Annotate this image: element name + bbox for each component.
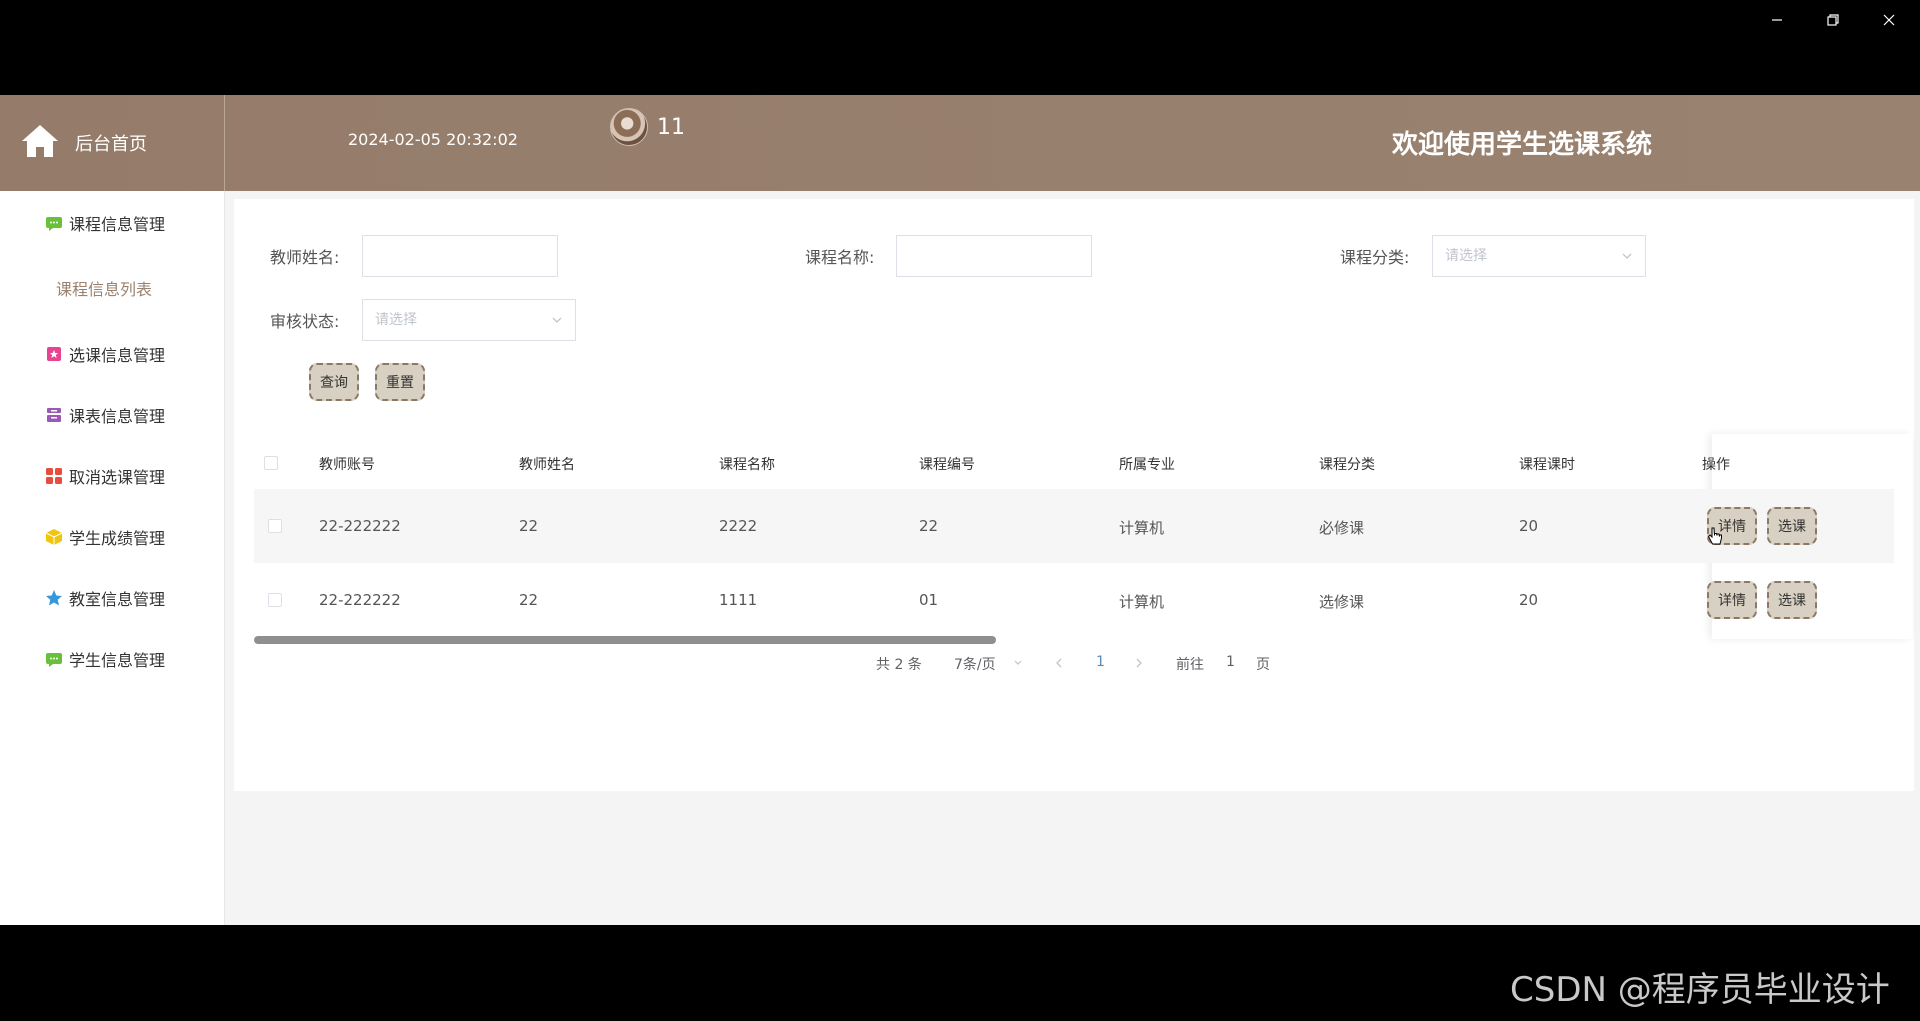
table-cell: 20 [1519,517,1539,535]
sidebar-item-label: 课程信息管理 [69,215,166,234]
scrollbar-thumb[interactable] [254,636,996,644]
column-header[interactable]: 课程编号 [919,454,975,474]
chat-icon [46,217,62,231]
goto-page-input[interactable]: 1 [1226,654,1235,670]
header-datetime: 2024-02-05 20:32:02 [348,130,518,149]
select-course-button[interactable]: 选课 [1767,581,1817,619]
cube-icon [45,529,63,545]
welcome-title: 欢迎使用学生选课系统 [1392,130,1653,160]
table-row[interactable]: 22-222222 22 2222 22 计算机 必修课 20 详情 选课 [254,489,1894,563]
window-titlebar [0,0,1920,95]
watermark: CSDN @程序员毕业设计 [1510,970,1890,1010]
pagination-total: 共 2 条 [876,657,922,673]
sidebar-item-label: 取消选课管理 [69,468,166,487]
avatar[interactable] [610,108,648,146]
table-cell: 2222 [719,517,758,535]
hand-cursor-icon [1707,527,1722,545]
column-header[interactable]: 课程课时 [1519,454,1575,474]
minimize-icon[interactable] [1754,4,1800,36]
page-number-current[interactable]: 1 [1096,654,1105,670]
table-cell: 必修课 [1319,519,1365,537]
column-header[interactable]: 课程名称 [719,454,775,474]
row-checkbox[interactable] [268,519,282,533]
sidebar-item-student-grades[interactable]: 学生成绩管理 [45,525,165,549]
header-username[interactable]: 11 [657,115,685,140]
page-size-select[interactable]: 7条/页 [954,654,996,674]
table-cell: 计算机 [1119,593,1165,611]
home-label: 后台首页 [75,134,147,155]
page-suffix-label: 页 [1256,657,1270,673]
home-link[interactable]: 后台首页 [0,95,225,191]
category-label: 课程分类: [1340,248,1410,267]
star-icon [46,590,62,606]
select-course-button[interactable]: 选课 [1767,507,1817,545]
sidebar: 课程信息管理 课程信息列表 选课信息管理 课表信息管理 取消选课管理 学生成绩管… [0,191,225,925]
sidebar-item-student-info[interactable]: 学生信息管理 [45,647,165,671]
teacher-name-input[interactable] [362,235,558,277]
main-content: 教师姓名: 课程名称: 课程分类: 请选择 审核状态: 请选择 查询 重置 教师… [234,199,1914,791]
chevron-left-icon[interactable] [1054,657,1064,669]
detail-button[interactable]: 详情 [1707,581,1757,619]
sidebar-item-cancel-selection[interactable]: 取消选课管理 [45,464,165,488]
review-status-placeholder: 请选择 [375,312,417,328]
chat-icon [46,653,62,667]
table-cell: 01 [919,591,939,609]
top-header: 后台首页 2024-02-05 20:32:02 11 欢迎使用学生选课系统 [0,95,1920,191]
sidebar-item-label: 学生信息管理 [69,651,166,670]
review-status-select[interactable]: 请选择 [362,299,576,341]
table-cell: 22 [519,517,539,535]
query-button[interactable]: 查询 [309,363,359,401]
restore-icon[interactable] [1810,4,1856,36]
column-header[interactable]: 课程分类 [1319,454,1375,474]
sidebar-item-label: 教室信息管理 [69,590,166,609]
goto-label: 前往 [1176,657,1204,673]
chevron-right-icon[interactable] [1134,657,1144,669]
table-cell: 20 [1519,591,1539,609]
sidebar-item-classroom-info[interactable]: 教室信息管理 [45,586,165,610]
chevron-down-icon[interactable] [1013,658,1023,668]
column-header: 操作 [1702,457,1730,473]
category-select[interactable]: 请选择 [1432,235,1646,277]
column-header[interactable]: 所属专业 [1119,454,1175,474]
reset-button[interactable]: 重置 [375,363,425,401]
sidebar-item-label: 选课信息管理 [69,346,166,365]
review-status-label: 审核状态: [270,312,340,331]
column-header[interactable]: 教师姓名 [519,454,575,474]
table-cell: 22 [519,591,539,609]
table-cell: 22-222222 [319,591,401,609]
category-placeholder: 请选择 [1445,248,1487,264]
sidebar-item-schedule-info[interactable]: 课表信息管理 [45,403,165,427]
table-cell: 22 [919,517,939,535]
column-header[interactable]: 教师账号 [319,454,375,474]
sidebar-subitem-course-list[interactable]: 课程信息列表 [56,276,152,300]
calendar-icon [47,347,61,361]
horizontal-scrollbar[interactable] [254,636,1894,644]
sidebar-item-label: 学生成绩管理 [69,529,166,548]
sidebar-item-label: 课表信息管理 [69,407,166,426]
select-all-checkbox[interactable] [264,456,278,470]
chevron-down-icon [1622,253,1632,259]
home-icon [22,125,58,157]
sidebar-item-course-info[interactable]: 课程信息管理 [45,211,165,235]
table-row[interactable]: 22-222222 22 1111 01 计算机 选修课 20 详情 选课 [254,563,1894,637]
table-cell: 计算机 [1119,519,1165,537]
close-icon[interactable] [1866,4,1912,36]
grid-icon [46,468,62,484]
table-cell: 1111 [719,591,758,609]
table-cell: 22-222222 [319,517,401,535]
table-header: 教师账号 教师姓名 课程名称 课程编号 所属专业 课程分类 课程课时 操作 [254,434,1894,491]
sidebar-item-selection-info[interactable]: 选课信息管理 [45,342,165,366]
chevron-down-icon [552,317,562,323]
row-checkbox[interactable] [268,593,282,607]
app-root: 后台首页 2024-02-05 20:32:02 11 欢迎使用学生选课系统 课… [0,95,1920,925]
course-name-input[interactable] [896,235,1092,277]
course-name-label: 课程名称: [805,248,875,267]
teacher-name-label: 教师姓名: [270,248,340,267]
archive-icon [47,408,61,422]
table-cell: 选修课 [1319,593,1365,611]
